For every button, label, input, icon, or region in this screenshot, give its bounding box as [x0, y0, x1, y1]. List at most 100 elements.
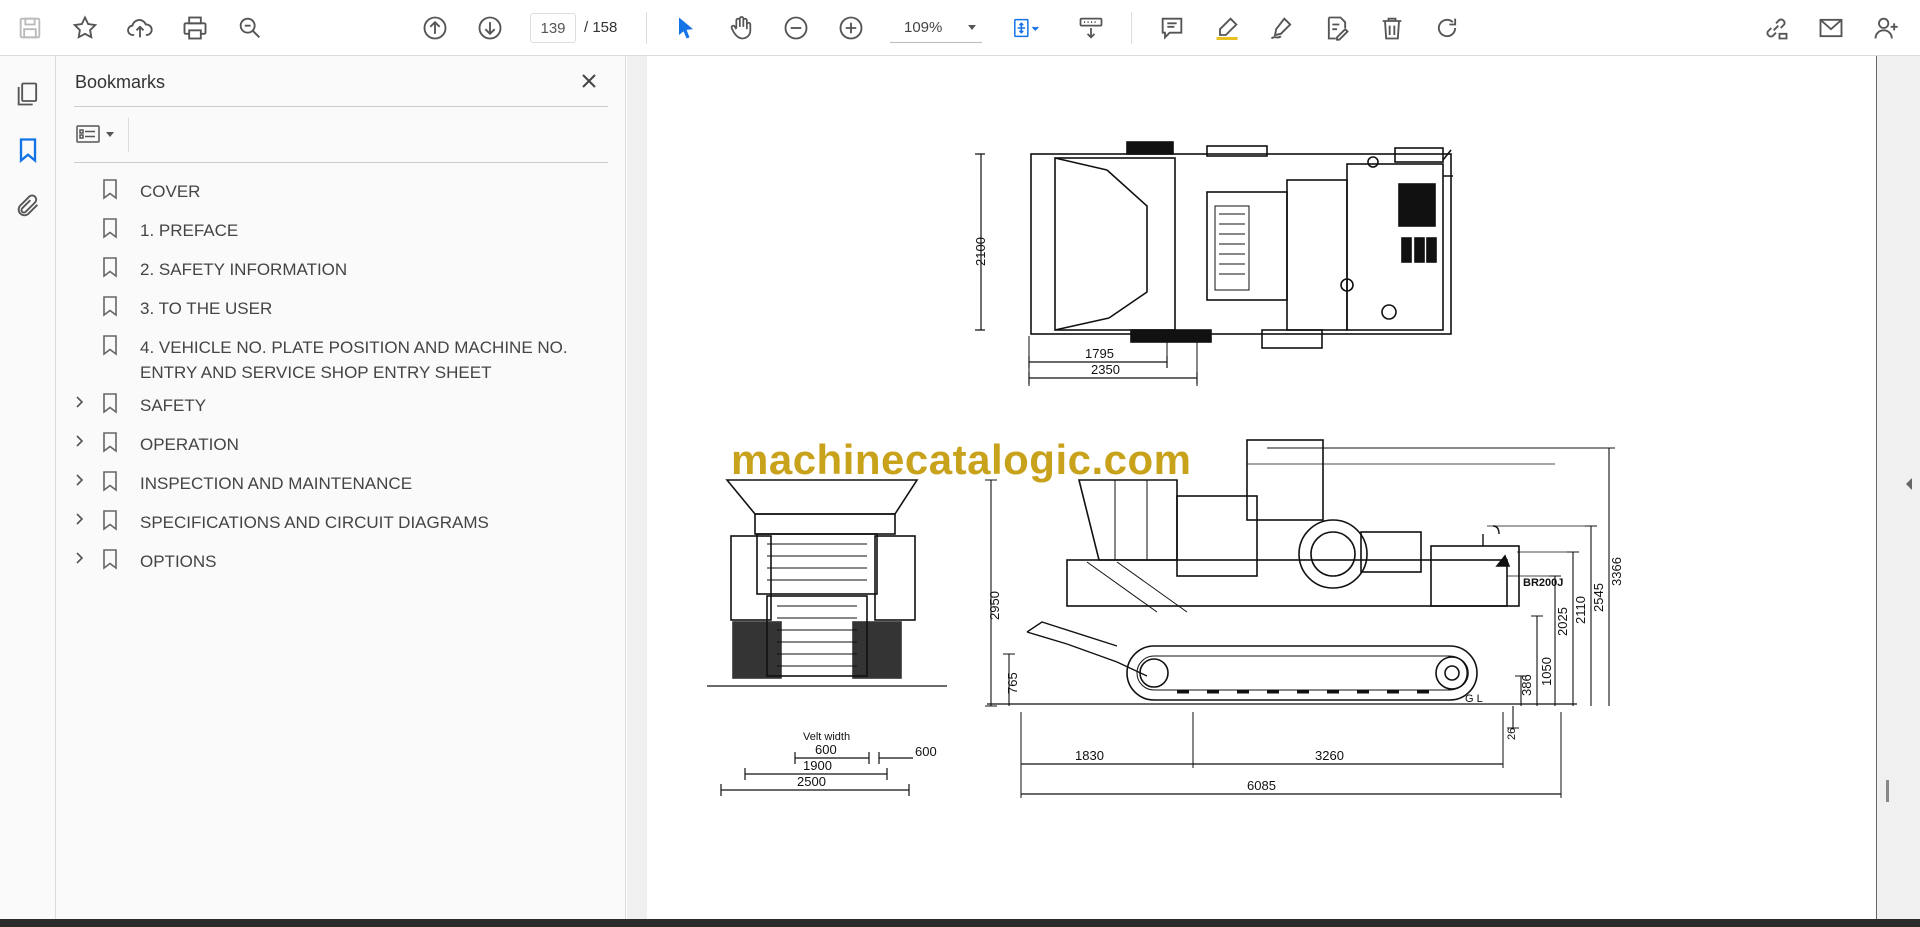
- bookmark-item-operation[interactable]: OPERATION: [56, 424, 626, 463]
- bookmarks-panel-title: Bookmarks: [75, 72, 166, 92]
- dim-label-600-side: 600: [915, 744, 937, 759]
- taskbar-strip: [0, 919, 1920, 927]
- bookmark-label: OPTIONS: [140, 552, 217, 571]
- zoom-level-value: 109%: [904, 19, 943, 36]
- zoom-in-icon[interactable]: [833, 10, 869, 46]
- dim-label-386: 386: [1519, 674, 1534, 696]
- chevron-right-icon[interactable]: [70, 391, 90, 413]
- side-view-drawing: [985, 439, 1615, 798]
- top-toolbar: / 158 109%: [0, 0, 1920, 56]
- page-thumbnails-icon[interactable]: [12, 78, 44, 110]
- pdf-viewer-window: / 158 109%: [0, 0, 1920, 927]
- zoom-out-icon[interactable]: [778, 10, 814, 46]
- bookmark-label: SAFETY: [140, 396, 207, 415]
- scroll-mode-icon[interactable]: [1073, 10, 1109, 46]
- dim-label-26: 26: [1506, 728, 1518, 740]
- bookmark-label: INSPECTION AND MAINTENANCE: [140, 474, 413, 493]
- bookmark-icon: [98, 294, 122, 318]
- dim-label-2350: 2350: [1091, 362, 1120, 377]
- highlight-pen-icon[interactable]: [1209, 10, 1245, 46]
- dim-label-2545: 2545: [1591, 583, 1606, 612]
- dim-label-6085: 6085: [1247, 778, 1276, 793]
- dim-label-2100: 2100: [973, 237, 988, 266]
- next-page-icon[interactable]: [472, 10, 508, 46]
- bookmark-item-safety-information[interactable]: 2. SAFETY INFORMATION: [56, 249, 626, 288]
- chevron-down-icon: [968, 25, 976, 30]
- close-icon[interactable]: [576, 68, 602, 94]
- rotate-icon[interactable]: [1429, 10, 1465, 46]
- dim-label-1795: 1795: [1085, 346, 1114, 361]
- bookmark-item-options[interactable]: OPTIONS: [56, 541, 626, 580]
- bookmark-icon: [98, 547, 122, 571]
- top-view-drawing: [975, 141, 1453, 386]
- bookmark-list: COVER 1. PREFACE 2. SAFETY INFORMATION 3…: [56, 171, 626, 580]
- bookmark-label: SPECIFICATIONS AND CIRCUIT DIAGRAMS: [140, 513, 489, 532]
- email-icon[interactable]: [1813, 10, 1849, 46]
- page-number-input[interactable]: [530, 13, 576, 43]
- bookmark-label: 2. SAFETY INFORMATION: [140, 260, 348, 279]
- bookmark-item-inspection-maintenance[interactable]: INSPECTION AND MAINTENANCE: [56, 463, 626, 502]
- dim-label-600: 600: [815, 742, 837, 757]
- chevron-right-icon[interactable]: [70, 547, 90, 569]
- zoom-search-icon[interactable]: [232, 10, 268, 46]
- chevron-right-icon[interactable]: [70, 508, 90, 530]
- bookmark-label: 1. PREFACE: [140, 221, 239, 240]
- delete-trash-icon[interactable]: [1374, 10, 1410, 46]
- bookmark-label: COVER: [140, 182, 201, 201]
- model-plate-label: BR200J: [1523, 577, 1563, 589]
- attachments-paperclip-icon[interactable]: [12, 190, 44, 222]
- previous-page-icon[interactable]: [417, 10, 453, 46]
- add-user-icon[interactable]: [1868, 10, 1904, 46]
- bookmark-icon: [98, 255, 122, 279]
- fit-page-icon[interactable]: [1003, 10, 1049, 46]
- page-total-label: / 158: [584, 19, 618, 36]
- dim-label-1900: 1900: [803, 758, 832, 773]
- bookmark-item-preface[interactable]: 1. PREFACE: [56, 210, 626, 249]
- dim-label-2500: 2500: [797, 774, 826, 789]
- bookmark-icon: [98, 333, 122, 357]
- edit-text-icon[interactable]: [1319, 10, 1355, 46]
- star-icon[interactable]: [67, 10, 103, 46]
- chevron-right-icon[interactable]: [70, 430, 90, 452]
- bookmarks-panel: Bookmarks COVER 1. PREFACE 2. SAFETY INF…: [56, 56, 626, 919]
- bookmark-item-to-the-user[interactable]: 3. TO THE USER: [56, 288, 626, 327]
- dim-label-765: 765: [1005, 672, 1020, 694]
- bookmark-icon: [98, 177, 122, 201]
- machine-dimension-drawing: 2100 1795 2350 Velt width 600 1900 2500 …: [707, 141, 1624, 798]
- vertical-scrollbar[interactable]: [1886, 780, 1889, 802]
- bookmark-item-specifications[interactable]: SPECIFICATIONS AND CIRCUIT DIAGRAMS: [56, 502, 626, 541]
- pdf-page: 2100 1795 2350 Velt width 600 1900 2500 …: [647, 56, 1877, 919]
- hand-tool-icon[interactable]: [723, 10, 759, 46]
- bookmark-item-safety[interactable]: SAFETY: [56, 385, 626, 424]
- bookmark-icon: [98, 469, 122, 493]
- bookmark-label: OPERATION: [140, 435, 239, 454]
- bookmark-icon: [98, 508, 122, 532]
- bookmark-label: 3. TO THE USER: [140, 299, 273, 318]
- bookmark-item-vehicle-plate[interactable]: 4. VEHICLE NO. PLATE POSITION AND MACHIN…: [56, 327, 626, 385]
- dim-label-3260: 3260: [1315, 748, 1344, 763]
- comment-icon[interactable]: [1154, 10, 1190, 46]
- upload-cloud-icon[interactable]: [122, 10, 158, 46]
- dim-label-2950: 2950: [987, 591, 1002, 620]
- bookmarks-icon[interactable]: [12, 134, 44, 166]
- dim-label-3366: 3366: [1609, 557, 1624, 586]
- bookmark-label: 4. VEHICLE NO. PLATE POSITION AND MACHIN…: [140, 338, 568, 382]
- chevron-right-icon[interactable]: [70, 469, 90, 491]
- watermark-text: machinecatalogic.com: [731, 436, 1192, 483]
- bookmark-options-button[interactable]: [76, 118, 126, 150]
- expand-right-panel-handle[interactable]: [1906, 478, 1912, 490]
- dim-label-1050: 1050: [1539, 657, 1554, 686]
- left-navigation-rail: [0, 56, 56, 919]
- dim-label-1830: 1830: [1075, 748, 1104, 763]
- zoom-level-select[interactable]: 109%: [890, 13, 982, 43]
- bookmark-item-cover[interactable]: COVER: [56, 171, 626, 210]
- bookmark-icon: [98, 391, 122, 415]
- document-view[interactable]: 2100 1795 2350 Velt width 600 1900 2500 …: [627, 56, 1920, 919]
- share-link-icon[interactable]: [1758, 10, 1794, 46]
- bookmark-icon: [98, 216, 122, 240]
- save-icon[interactable]: [12, 10, 48, 46]
- draw-freehand-icon[interactable]: [1264, 10, 1300, 46]
- ground-line-label: G L: [1465, 693, 1483, 705]
- print-icon[interactable]: [177, 10, 213, 46]
- select-cursor-icon[interactable]: [668, 10, 704, 46]
